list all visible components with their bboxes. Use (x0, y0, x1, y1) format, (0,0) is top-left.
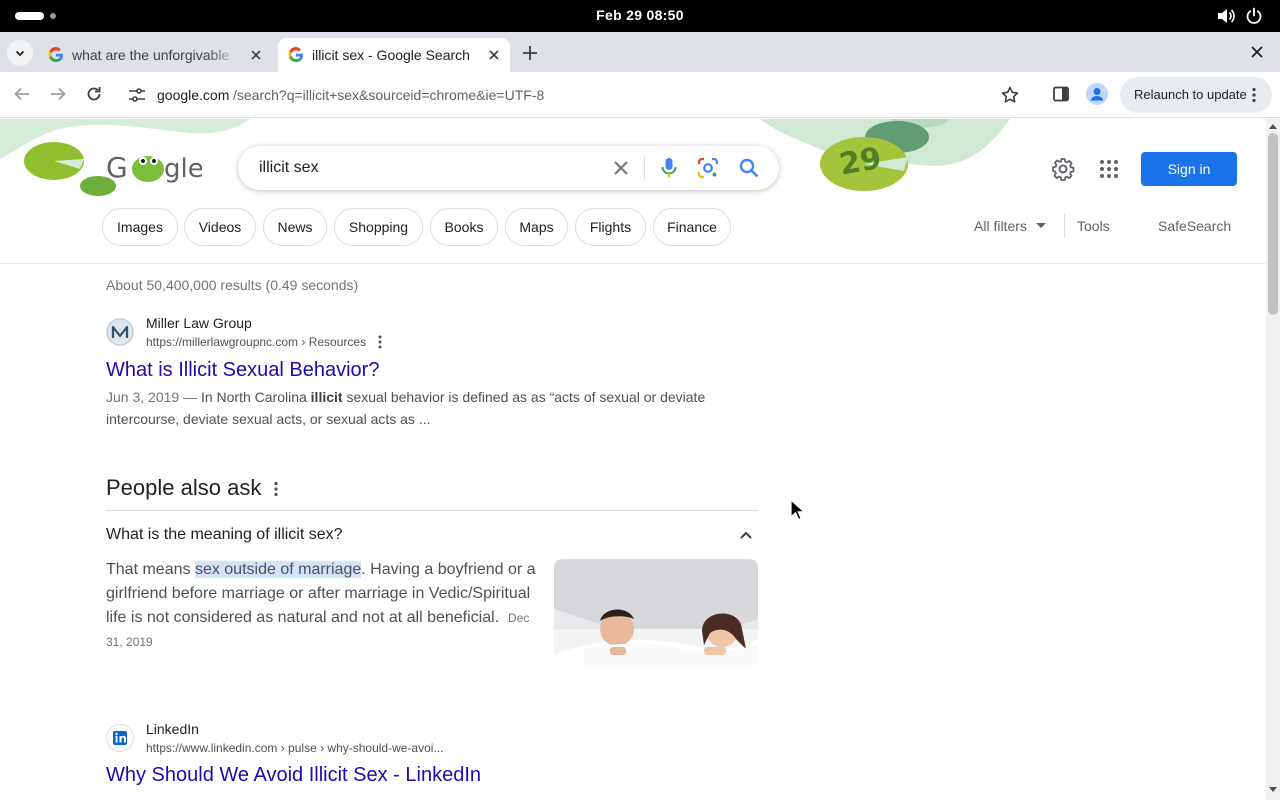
chip-videos[interactable]: Videos (184, 208, 256, 246)
system-top-bar: Feb 29 08:50 (0, 0, 1280, 32)
search-divider (644, 156, 645, 180)
result-title-link[interactable]: What is Illicit Sexual Behavior? (106, 359, 379, 382)
svg-text:gle: gle (164, 154, 202, 184)
doodle-lily-pad-29: 29 (820, 121, 929, 191)
address-bar[interactable]: google.com /search?q=illicit+sex&sourcei… (118, 77, 1038, 113)
relaunch-label: Relaunch to update (1134, 87, 1247, 102)
side-panel-icon[interactable] (1051, 84, 1071, 104)
result-site-name[interactable]: LinkedIn (146, 721, 199, 737)
chip-books[interactable]: Books (430, 208, 498, 246)
site-info-tune-icon[interactable] (128, 87, 146, 103)
microphone-icon[interactable] (660, 157, 678, 179)
dropdown-caret-icon (1036, 223, 1046, 228)
result-favicon (106, 724, 134, 752)
window-close-icon[interactable] (1250, 45, 1264, 59)
search-magnifier-icon[interactable] (738, 157, 760, 179)
person-icon (1090, 88, 1104, 101)
result-url[interactable]: https://www.linkedin.com › pulse › why-s… (146, 741, 443, 755)
result-url[interactable]: https://millerlawgroupnc.com › Resources (146, 335, 366, 349)
paa-answer: That means sex outside of marriage. Havi… (106, 558, 538, 654)
tab-title: illicit sex - Google Search (312, 47, 470, 63)
result-favicon (106, 318, 134, 346)
close-icon[interactable] (488, 49, 500, 61)
result-stats: About 50,400,000 results (0.49 seconds) (106, 277, 359, 293)
more-vert-icon[interactable] (274, 481, 278, 497)
result-snippet: Jun 3, 2019 — In North Carolina illicit … (106, 386, 726, 430)
snippet-text: In North Carolina (200, 389, 311, 405)
tab-search-button[interactable] (7, 40, 33, 66)
answer-highlight: sex outside of marriage (194, 561, 362, 578)
all-filters-button[interactable]: All filters (974, 218, 1027, 234)
tab-unforgivable[interactable]: what are the unforgivable (38, 38, 274, 72)
bookmark-star-icon[interactable] (1000, 85, 1020, 105)
clear-x-icon[interactable] (612, 159, 630, 177)
chip-maps[interactable]: Maps (505, 208, 568, 246)
scroll-up-arrow-icon[interactable] (1269, 123, 1277, 129)
miller-law-m-icon (106, 318, 134, 346)
page-scrollbar[interactable] (1266, 119, 1280, 800)
google-favicon-icon (288, 47, 303, 63)
result-title-link[interactable]: Why Should We Avoid Illicit Sex - Linked… (106, 764, 481, 787)
more-vert-icon[interactable] (378, 335, 382, 349)
chip-news[interactable]: News (263, 208, 327, 246)
safesearch-button[interactable]: SafeSearch (1158, 218, 1231, 234)
chip-finance[interactable]: Finance (653, 208, 731, 246)
doodle-number: 29 (837, 141, 884, 183)
more-vert-icon (1252, 87, 1256, 103)
search-input[interactable] (259, 157, 599, 179)
scrollbar-thumb[interactable] (1268, 133, 1278, 315)
mouse-cursor-icon (790, 499, 804, 521)
tab-strip: what are the unforgivable illicit sex - … (0, 32, 1280, 72)
filters-divider (1064, 214, 1065, 238)
volume-icon[interactable] (1216, 7, 1236, 25)
google-doodle-logo[interactable]: G gle (22, 139, 202, 209)
page-content: G gle 29 Sign in I (0, 119, 1266, 800)
reload-icon[interactable] (84, 84, 104, 104)
scroll-down-arrow-icon[interactable] (1269, 787, 1277, 793)
close-icon[interactable] (250, 49, 262, 61)
url-host: google.com (157, 87, 230, 103)
snippet-bold: illicit (310, 389, 343, 405)
paa-answer-image[interactable] (554, 559, 758, 718)
snippet-date: Jun 3, 2019 — (106, 389, 201, 405)
result-site-name[interactable]: Miller Law Group (146, 315, 252, 331)
search-box[interactable] (238, 146, 779, 190)
forward-arrow-icon[interactable] (48, 84, 68, 104)
profile-avatar-button[interactable] (1086, 83, 1108, 105)
chevron-down-icon (15, 50, 25, 57)
answer-text: That means (106, 561, 195, 578)
google-favicon-icon (48, 47, 63, 63)
tools-button[interactable]: Tools (1077, 218, 1110, 234)
people-also-ask-heading: People also ask (106, 475, 262, 500)
chevron-up-icon[interactable] (739, 530, 753, 540)
paa-question[interactable]: What is the meaning of illicit sex? (106, 526, 343, 544)
divider (106, 510, 758, 511)
power-icon[interactable] (1245, 7, 1263, 25)
google-lens-icon[interactable] (697, 157, 719, 179)
svg-text:G: G (106, 151, 128, 184)
chip-shopping[interactable]: Shopping (334, 208, 423, 246)
browser-toolbar: google.com /search?q=illicit+sex&sourcei… (0, 72, 1280, 118)
system-clock[interactable]: Feb 29 08:50 (0, 7, 1280, 23)
header-divider (0, 263, 1266, 264)
linkedin-icon (113, 731, 127, 745)
back-arrow-icon[interactable] (12, 84, 32, 104)
settings-gear-icon[interactable] (1051, 157, 1075, 181)
google-apps-grid-icon[interactable] (1099, 159, 1119, 179)
tab-illicit-search[interactable]: illicit sex - Google Search (278, 38, 510, 72)
chip-images[interactable]: Images (102, 208, 178, 246)
new-tab-plus-icon[interactable] (521, 44, 539, 62)
chip-flights[interactable]: Flights (575, 208, 646, 246)
relaunch-to-update-button[interactable]: Relaunch to update (1120, 77, 1272, 113)
url-path: /search?q=illicit+sex&sourceid=chrome&ie… (233, 87, 545, 103)
sign-in-button[interactable]: Sign in (1141, 152, 1237, 186)
tab-title: what are the unforgivable (72, 47, 230, 63)
